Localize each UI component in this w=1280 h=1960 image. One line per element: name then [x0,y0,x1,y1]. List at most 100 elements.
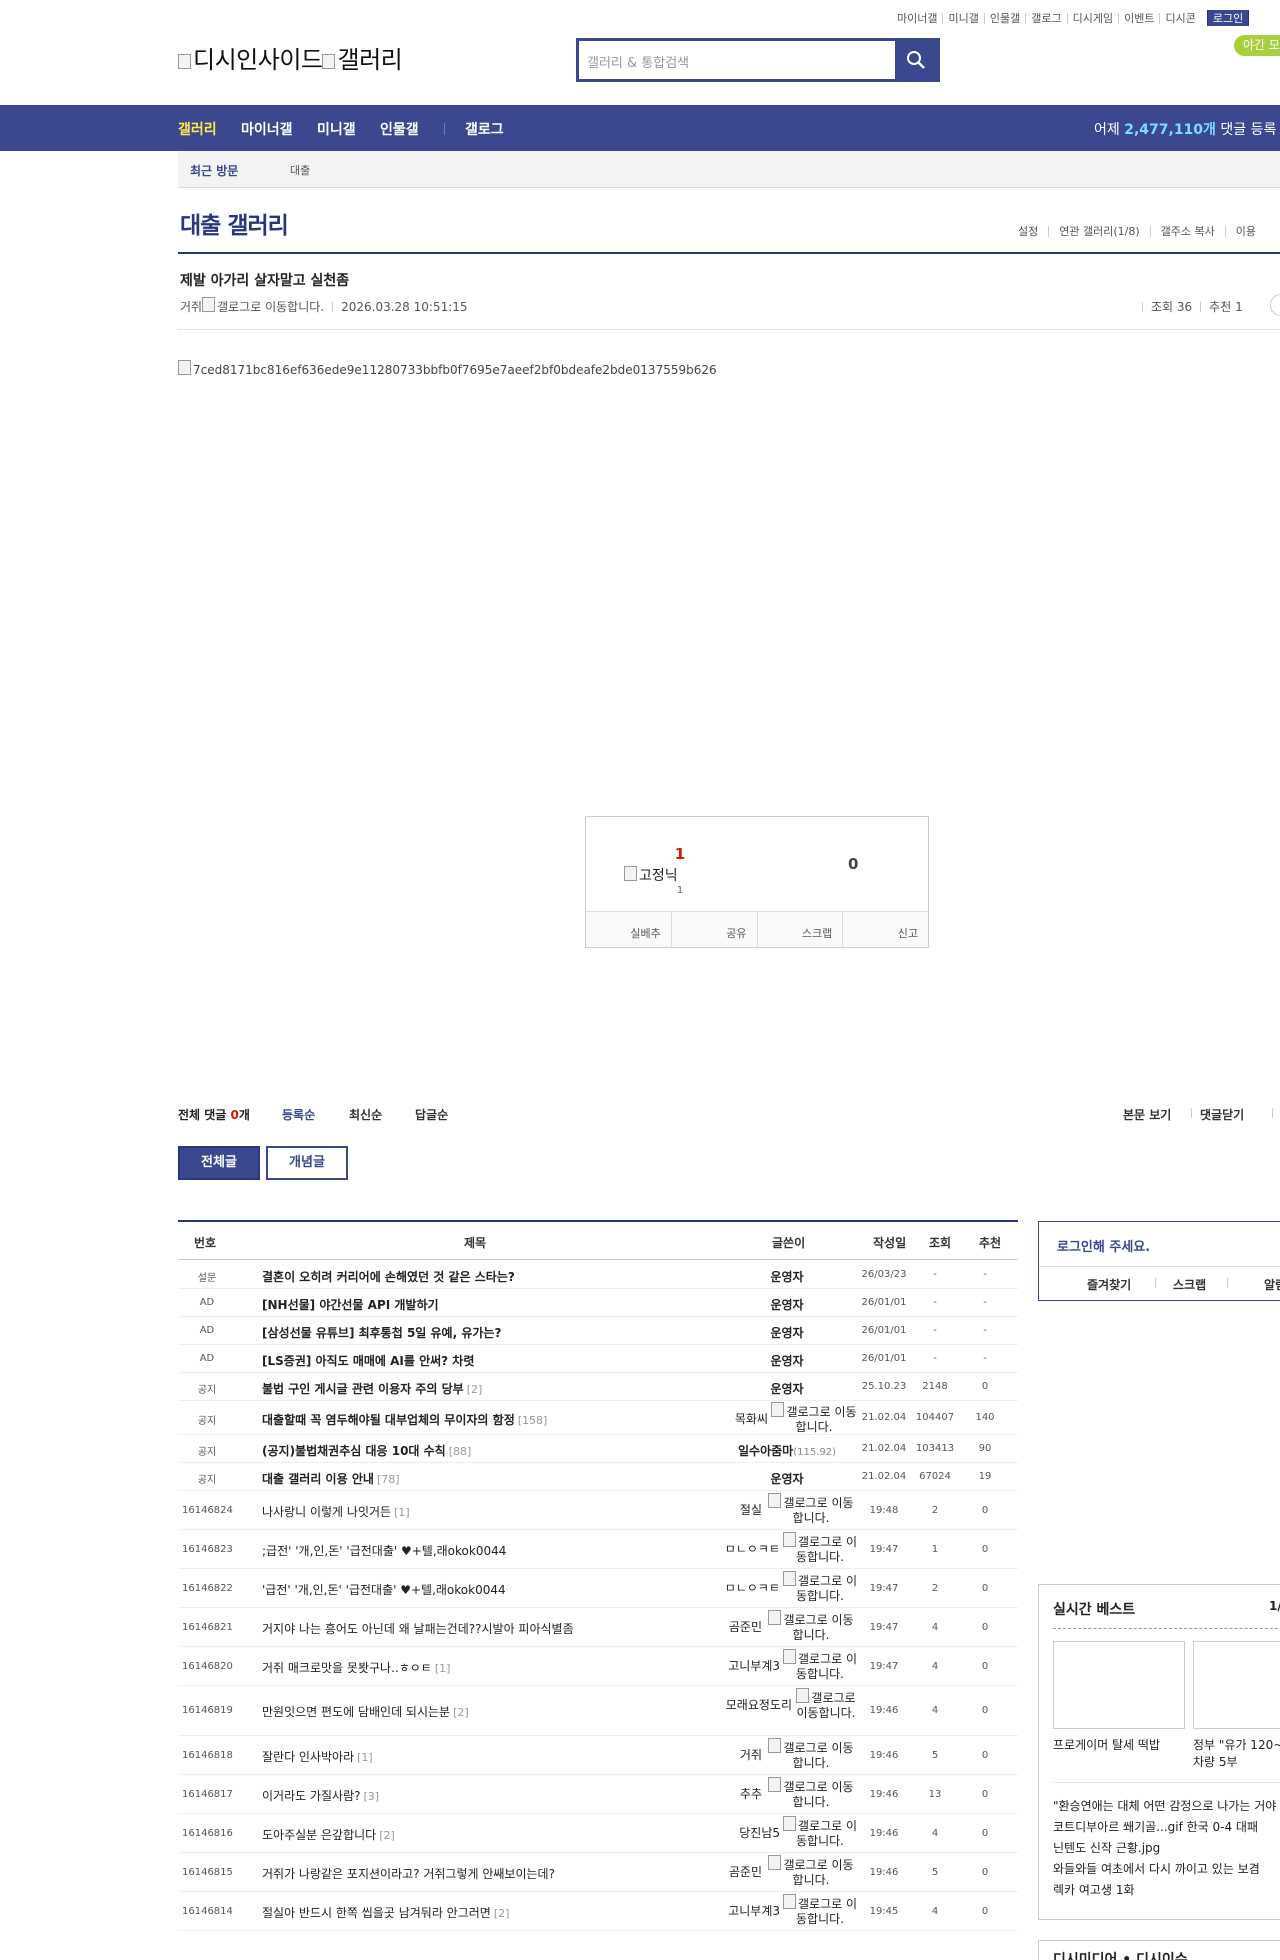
row-writer[interactable]: 추추 갤로그로 이동합니다. [718,1777,858,1810]
writer-nick[interactable]: 당진남5 [739,1824,780,1841]
alarm-link[interactable]: 알림 [1264,1276,1280,1293]
gallery-tool-link[interactable]: 갤주소 복사 [1149,226,1225,237]
gallery-title[interactable]: 대출 갤러리 [180,206,289,240]
row-writer[interactable]: 모래요정도리 갤로그로 이동합니다. [718,1688,858,1721]
gallery-tool-link[interactable]: 이용 [1224,226,1266,237]
row-writer[interactable]: ㅁㄴㅇㅋㅌ 갤로그로 이동합니다. [718,1571,858,1604]
site-logo[interactable]: 디시인사이드 갤러리 [178,40,403,75]
row-title-text[interactable]: 잘란다 인사박아라 [262,1750,354,1764]
row-title-text[interactable]: '급전' '개,인,돈' '급전대출' ♥+텔,래okok0044 [262,1583,506,1597]
best-list-item[interactable]: 코트디부아르 쐐기골...gif 한국 0-4 대패 [1053,1818,1258,1835]
row-title-text[interactable]: ;급전' '개,인,돈' '급전대출' ♥+텔,래okok0044 [262,1544,506,1558]
row-title[interactable]: 거지야 나는 흥어도 아닌데 왜 날패는건데??시발아 피아식별좀 [262,1620,574,1637]
sort-registered[interactable]: 등록순 [282,1106,315,1123]
gallery-tool-link[interactable]: 연관 갤러리(1/8) [1048,226,1149,237]
table-row[interactable]: 16146815 거쥐가 나랑같은 포지션이라고? 거쥐그렇게 안쌔보이는데? 곰준… [178,1853,1018,1892]
gallog-text[interactable]: 갤로그로 이동합니다. [783,1496,853,1525]
table-row[interactable]: 16146817 이거라도 가질사람? [3] 추추 갤로그로 이동합니다. 19:46 1… [178,1775,1018,1814]
row-writer[interactable]: 곰준민 갤로그로 이동합니다. [718,1610,858,1643]
comment-count[interactable]: [2] [379,1829,395,1842]
writer-nick[interactable]: 곰준민 [729,1863,762,1880]
row-title[interactable]: 거쥐가 나랑같은 포지션이라고? 거쥐그렇게 안쌔보이는데? [262,1865,555,1882]
gallog-text[interactable]: 갤로그로 이동합니다. [796,1897,857,1926]
night-mode-toggle[interactable]: 야간 모 [1234,35,1280,56]
row-writer[interactable]: 목화씨 갤로그로 이동합니다. [718,1402,858,1435]
search-input[interactable]: 갤러리 & 통합검색 [587,52,689,71]
writer-nick[interactable]: ㅁㄴㅇㅋㅌ [725,1579,780,1596]
row-writer[interactable]: 고니부계3 갤로그로 이동합니다. [718,1894,858,1927]
util-link[interactable]: 디시게임 [1066,12,1118,24]
util-link[interactable]: 갤로그 [1025,12,1066,24]
table-row[interactable]: 16146814 절실아 반드시 한쪽 씹을곳 남겨둬라 안그러면 [2] 고니부계3… [178,1892,1018,1931]
row-title[interactable]: 이거라도 가질사람? [3] [262,1787,379,1804]
comment-count[interactable]: [3] [364,1790,380,1803]
recent-visit-label[interactable]: 최근 방문 [190,162,238,179]
util-link[interactable]: 인물갤 [983,12,1025,24]
notice-row[interactable]: 공지 (공지)불법채권추심 대응 10대 수칙 [88] 일수아줌마(115.92) 2… [178,1435,1018,1463]
comment-count[interactable]: [88] [449,1445,472,1458]
row-title-text[interactable]: 대출 갤러리 이용 안내 [262,1472,374,1486]
scrap-button[interactable]: 스크랩 [756,912,843,947]
row-title[interactable]: 만원잇으면 편도에 담배인데 되시는분 [2] [262,1703,469,1720]
row-title[interactable]: 도아주실분 은갚합니다 [2] [262,1826,395,1843]
row-title[interactable]: (공지)불법채권추심 대응 10대 수칙 [88] [262,1442,471,1459]
writer-nick[interactable]: 운영자 [770,1326,803,1340]
row-title[interactable]: 잘란다 인사박아라 [1] [262,1748,373,1765]
comment-count[interactable]: [2] [494,1907,510,1920]
gallog-text[interactable]: 갤로그로 이동합니다. [783,1741,853,1770]
share-button[interactable]: 공유 [670,912,757,947]
row-title[interactable]: 대출 갤러리 이용 안내 [78] [262,1470,400,1487]
notice-row[interactable]: AD [NH선물] 야간선물 API 개발하기 운영자 26/01/01 - - [178,1289,1018,1317]
writer-gallog-link[interactable]: 갤로그로 이동합니다. [764,1493,858,1526]
comment-jump-button[interactable] [1270,294,1280,316]
row-writer[interactable]: 운영자 [718,1268,856,1285]
writer-nick[interactable]: 고니부계3 [728,1657,780,1674]
writer-nick[interactable]: 운영자 [770,1354,803,1368]
table-row[interactable]: 16146816 도아주실분 은갚합니다 [2] 당진남5 갤로그로 이동합니다. 19:… [178,1814,1018,1853]
row-writer[interactable]: 운영자 [718,1352,856,1369]
notice-row[interactable]: AD [LS증권] 아직도 매매에 AI를 안써? 차렷 운영자 26/01/01 - - [178,1345,1018,1373]
report-button[interactable]: 신고 [842,912,928,947]
row-writer[interactable]: 운영자 [718,1470,856,1487]
row-writer[interactable]: 거쥐 갤로그로 이동합니다. [718,1738,858,1771]
gallog-text[interactable]: 갤로그로 이동합니다. [783,1858,853,1887]
comment-count[interactable]: [2] [453,1706,469,1719]
favorites-link[interactable]: 즐겨찾기 [1087,1276,1131,1293]
notice-row[interactable]: 공지 대출할때 꼭 염두해야될 대부업체의 무이자의 함정 [158] 목화씨 갤로그로… [178,1401,1018,1435]
table-row[interactable]: 16146823 ;급전' '개,인,돈' '급전대출' ♥+텔,래okok004… [178,1530,1018,1569]
row-title[interactable]: 대출할때 꼭 염두해야될 대부업체의 무이자의 함정 [158] [262,1411,547,1428]
row-title[interactable]: 불법 구인 게시글 관련 이용자 주의 당부 [2] [262,1380,482,1397]
writer-gallog-link[interactable]: 갤로그로 이동합니다. [770,1402,858,1435]
row-title-text[interactable]: 대출할때 꼭 염두해야될 대부업체의 무이자의 함정 [262,1413,515,1427]
row-title-text[interactable]: [삼성선물 유튜브] 최후통첩 5일 유예, 유가는? [262,1326,501,1340]
row-title-text[interactable]: 도아주실분 은갚합니다 [262,1828,376,1842]
sort-replies[interactable]: 답글순 [415,1106,448,1123]
row-title[interactable]: '급전' '개,인,돈' '급전대출' ♥+텔,래okok0044 [262,1581,506,1598]
comment-count[interactable]: [2] [467,1383,483,1396]
notice-row[interactable]: 설문 결혼이 오히려 커리어에 손해였던 것 같은 스타는? 운영자 26/03/23… [178,1261,1018,1289]
util-link[interactable]: 미니갤 [942,12,983,24]
row-title-text[interactable]: 거지야 나는 흥어도 아닌데 왜 날패는건데??시발아 피아식별좀 [262,1622,574,1636]
row-title-text[interactable]: 만원잇으면 편도에 담배인데 되시는분 [262,1705,450,1719]
row-title-text[interactable]: 나사랑니 이렇게 나잇거든 [262,1505,391,1519]
downvote-count[interactable]: 0 [848,855,858,873]
row-title[interactable]: 나사랑니 이렇게 나잇거든 [1] [262,1503,410,1520]
row-title-text[interactable]: 거쥐 매크로맛을 못봣구나..ㅎㅇㅌ [262,1661,432,1675]
post-writer[interactable]: 거쥐 [180,300,202,314]
search-button[interactable] [895,41,937,79]
row-writer[interactable]: ㅁㄴㅇㅋㅌ 갤로그로 이동합니다. [718,1532,858,1565]
writer-nick[interactable]: 곰준민 [729,1618,762,1635]
row-writer[interactable]: 곰준민 갤로그로 이동합니다. [718,1855,858,1888]
row-title-text[interactable]: [LS증권] 아직도 매매에 AI를 안써? 차렷 [262,1354,474,1368]
comment-count[interactable]: [1] [394,1506,410,1519]
gallog-text[interactable]: 갤로그로 이동합니다. [783,1780,853,1809]
writer-gallog-link[interactable]: 갤로그로 이동합니다. [217,300,324,314]
writer-nick[interactable]: 추추 [740,1785,762,1802]
table-row[interactable]: 16146819 만원잇으면 편도에 담배인데 되시는분 [2] 모래요정도리 갤로그로… [178,1686,1018,1736]
writer-gallog-link[interactable]: 갤로그로 이동합니다. [764,1777,858,1810]
nav-gallog[interactable]: 갤로그 [465,119,504,139]
row-title[interactable]: [삼성선물 유튜브] 최후통첩 5일 유예, 유가는? [262,1324,501,1341]
sort-latest[interactable]: 최신순 [349,1106,382,1123]
row-title[interactable]: [NH선물] 야간선물 API 개발하기 [262,1296,439,1313]
notice-row[interactable]: 공지 불법 구인 게시글 관련 이용자 주의 당부 [2] 운영자 25.10.23 21… [178,1373,1018,1401]
